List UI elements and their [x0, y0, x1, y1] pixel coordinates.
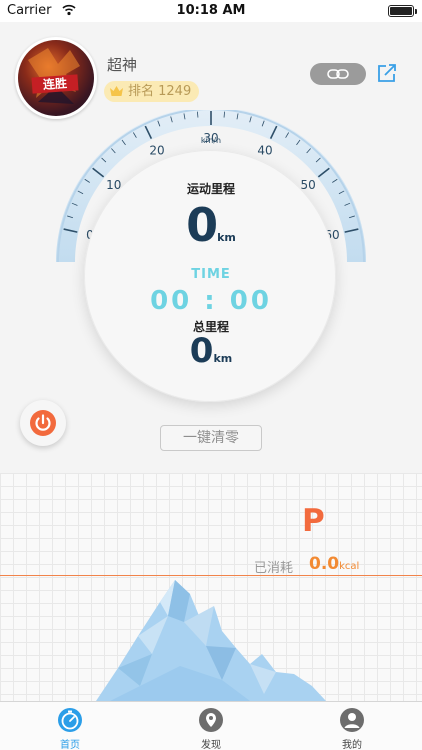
link-button[interactable]: [310, 63, 366, 85]
share-icon[interactable]: [376, 62, 398, 84]
motion-distance-label: 运动里程: [186, 182, 235, 196]
consumed-unit: kcal: [339, 561, 360, 572]
total-distance: 0km: [0, 331, 422, 371]
mountain-illustration: [96, 580, 326, 701]
avatar[interactable]: 连胜: [15, 37, 97, 119]
location-pin-icon: [199, 708, 223, 732]
crown-icon: [110, 86, 123, 96]
rank-label: 排名 1249: [128, 84, 192, 99]
avatar-banner: 连胜: [31, 74, 79, 94]
tab-profile-label: 我的: [342, 740, 362, 750]
speedometer-icon: [58, 708, 82, 732]
status-bar: Carrier 10:18 AM: [0, 0, 422, 22]
gauge-minor-tick: [197, 111, 199, 118]
motion-distance-unit: km: [217, 231, 236, 244]
consumed-label: 已消耗: [254, 561, 294, 576]
p-indicator: P: [302, 503, 325, 539]
gauge-tick-label: 40: [257, 143, 272, 157]
reset-button[interactable]: 一键清零: [160, 425, 262, 451]
gauge-minor-tick: [223, 111, 225, 118]
username: 超神: [107, 56, 138, 74]
total-distance-value: 0: [189, 331, 214, 371]
tab-discover[interactable]: 发现: [141, 702, 281, 750]
link-icon: [327, 69, 349, 79]
time-value: 00 : 00: [150, 286, 272, 316]
tab-discover-label: 发现: [201, 740, 221, 750]
motion-distance-value: 0: [186, 198, 218, 252]
gauge-tick-label: 30: [203, 131, 218, 145]
battery-icon: [388, 5, 417, 17]
rank-badge: 排名 1249: [104, 81, 200, 102]
avatar-image: 连胜: [18, 40, 94, 116]
consumed-number: 0.0: [309, 554, 340, 574]
clock-time: 10:18 AM: [176, 3, 246, 18]
tab-home-label: 首页: [60, 740, 80, 750]
tab-bar: 首页 发现 我的: [0, 701, 422, 750]
tab-profile[interactable]: 我的: [282, 702, 422, 750]
power-icon: [30, 410, 56, 436]
power-button[interactable]: [20, 400, 66, 446]
consumed-value: 0.0kcal: [309, 554, 359, 574]
time-label: TIME: [191, 267, 231, 282]
user-icon: [340, 708, 364, 732]
tab-home[interactable]: 首页: [0, 702, 140, 750]
motion-distance: 0km: [0, 198, 422, 252]
gauge-tick-label: 20: [149, 143, 164, 157]
total-distance-unit: km: [213, 352, 233, 365]
